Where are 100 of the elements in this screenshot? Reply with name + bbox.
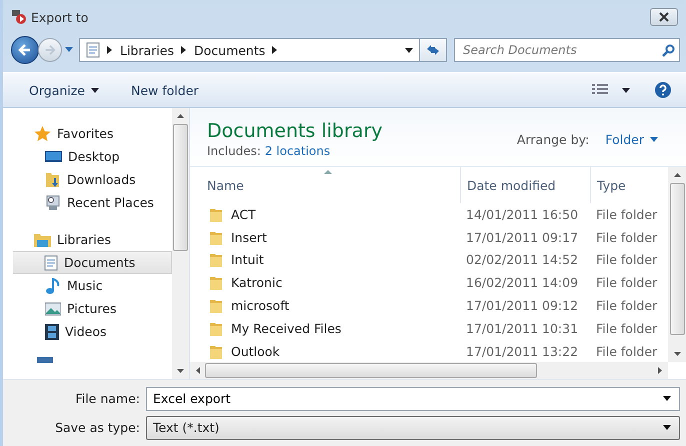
folder-download-icon [45, 172, 61, 188]
nav-item[interactable]: Downloads [3, 168, 172, 191]
list-scrollbar[interactable] [668, 167, 686, 362]
folder-icon [209, 275, 223, 290]
caret-icon [663, 425, 671, 430]
new-folder-button[interactable]: New folder [131, 82, 199, 98]
file-name-label: File name: [74, 391, 141, 406]
nav-group[interactable]: Favorites [3, 122, 172, 145]
history-caret-icon[interactable] [65, 47, 73, 53]
scroll-down-icon[interactable] [674, 352, 680, 356]
file-row[interactable]: microsoft 17/01/2011 09:12 File folder [190, 294, 668, 317]
file-name: Intuit [231, 252, 264, 268]
scroll-up-icon[interactable] [177, 114, 184, 118]
type-cell-text: File folder [595, 252, 658, 268]
organize-button[interactable]: Organize [29, 82, 99, 98]
document-icon [86, 42, 100, 58]
scroll-right-icon[interactable] [658, 367, 662, 374]
dropdown-caret-icon[interactable] [405, 48, 413, 52]
nav-item[interactable]: Documents [13, 251, 172, 274]
date-cell-text: 17/01/2011 13:22 [465, 344, 580, 359]
help-icon [654, 81, 672, 99]
locations-link[interactable]: 2 locations [264, 144, 330, 158]
close-icon [659, 12, 669, 22]
library-icon [34, 232, 51, 247]
type-cell-text: File folder [595, 206, 658, 222]
nav-item[interactable]: Music [3, 274, 172, 297]
breadcrumb[interactable]: Documents [194, 42, 266, 58]
file-name: My Received Files [231, 320, 342, 336]
refresh-button[interactable] [419, 38, 447, 62]
search-field[interactable]: Search Documents [454, 38, 680, 62]
nav-item[interactable]: Videos [3, 320, 172, 343]
file-row[interactable]: Outlook 17/01/2011 13:22 File folder [190, 340, 668, 362]
caret-icon[interactable] [663, 396, 671, 401]
forward-arrow-icon [44, 44, 56, 56]
nav-item[interactable]: Pictures [3, 297, 172, 320]
scroll-up-icon[interactable] [674, 173, 680, 177]
close-button[interactable] [650, 8, 678, 26]
save-type-dropdown[interactable]: Text (*.txt) [146, 416, 680, 440]
breadcrumb[interactable]: Libraries [120, 42, 174, 58]
window-title: Export to [31, 10, 90, 24]
search-icon [662, 44, 675, 56]
date-cell-text: 14/01/2011 16:50 [465, 206, 580, 222]
date-cell-text: 02/02/2011 14:52 [465, 252, 580, 268]
sort-arrow-icon [324, 170, 332, 174]
file-name: Outlook [231, 344, 280, 359]
chevron-icon [181, 46, 187, 54]
type-cell-text: File folder [595, 230, 658, 245]
horizontal-scrollbar[interactable] [190, 362, 668, 379]
file-name-field[interactable]: Excel export [146, 386, 680, 410]
folder-icon [209, 344, 223, 359]
file-name-input[interactable]: Excel export [153, 391, 663, 406]
nav-item[interactable]: Recent Places [3, 191, 172, 214]
arrange-dropdown[interactable]: Folder [605, 132, 658, 146]
folder-icon [209, 320, 223, 336]
file-name: Katronic [231, 275, 282, 290]
scroll-down-icon[interactable] [177, 369, 184, 373]
nav-item[interactable]: Desktop [3, 145, 172, 168]
refresh-icon [425, 43, 441, 57]
folder-icon [209, 252, 223, 268]
caret-icon [650, 136, 658, 142]
nav-group[interactable]: Libraries [3, 228, 172, 251]
recent-places-icon [45, 194, 61, 210]
details-view-icon [592, 84, 608, 96]
file-row[interactable]: Katronic 16/02/2011 14:09 File folder [190, 271, 668, 294]
star-icon [34, 126, 51, 142]
type-cell-text: File folder [595, 320, 658, 336]
type-cell-text: File folder [595, 344, 658, 359]
library-title: Documents library [207, 120, 382, 142]
pictures-icon [45, 302, 61, 316]
back-arrow-icon [18, 43, 32, 57]
chevron-icon [107, 46, 113, 54]
includes-label: Includes: [207, 144, 261, 158]
column-header[interactable]: Date modified [460, 167, 590, 203]
music-note-icon [45, 278, 61, 294]
view-options-button[interactable] [592, 84, 630, 96]
type-cell-text: File folder [595, 275, 658, 290]
folder-icon [209, 206, 223, 222]
film-icon [45, 324, 59, 340]
column-header[interactable]: Name [190, 167, 460, 203]
date-cell-text: 17/01/2011 09:17 [465, 230, 580, 245]
sidebar-scrollbar[interactable] [172, 108, 189, 379]
type-cell-text: File folder [595, 298, 658, 314]
file-name: ACT [231, 206, 256, 222]
date-cell-text: 17/01/2011 09:12 [465, 298, 580, 314]
file-name: Insert [231, 230, 267, 245]
desktop-icon [45, 150, 62, 164]
help-button[interactable] [654, 81, 672, 99]
scroll-left-icon[interactable] [196, 367, 200, 374]
chevron-icon [272, 46, 278, 54]
file-row[interactable]: ACT 14/01/2011 16:50 File folder [190, 203, 668, 226]
date-cell-text: 16/02/2011 14:09 [465, 275, 580, 290]
app-icon [11, 9, 27, 25]
file-row[interactable]: Insert 17/01/2011 09:17 File folder [190, 226, 668, 249]
back-button[interactable] [11, 36, 39, 64]
folder-icon [209, 230, 223, 245]
address-bar[interactable]: Libraries Documents [79, 38, 420, 62]
file-row[interactable]: My Received Files 17/01/2011 10:31 File folder [190, 316, 668, 340]
document-icon [44, 254, 58, 270]
file-row[interactable]: Intuit 02/02/2011 14:52 File folder [190, 248, 668, 272]
save-type-label: Save as type: [54, 420, 141, 435]
